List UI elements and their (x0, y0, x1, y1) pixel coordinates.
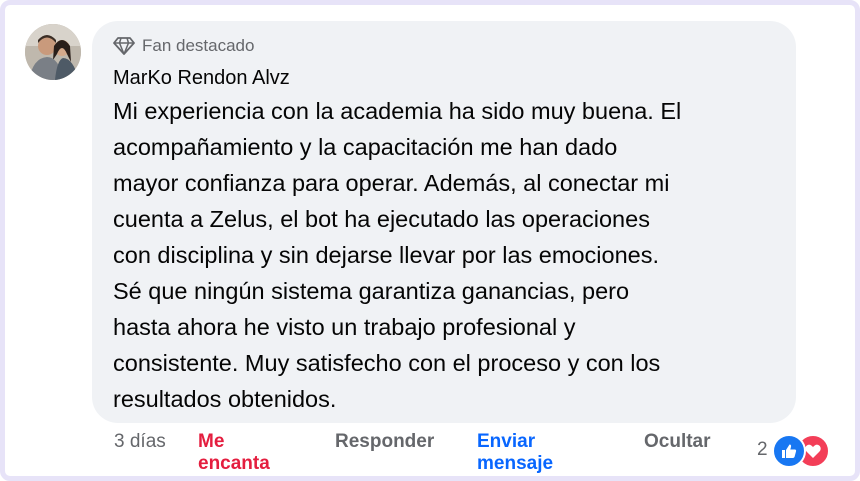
avatar[interactable] (25, 24, 81, 80)
top-fan-badge: Fan destacado (113, 35, 254, 57)
comment-line: mayor confianza para operar. Además, al … (113, 170, 670, 196)
diamond-icon (113, 37, 135, 55)
comment-line: Mi experiencia con la academia ha sido m… (113, 98, 682, 124)
comment-card: Fan destacado MarKo Rendon Alvz Mi exper… (0, 0, 860, 481)
reaction-summary[interactable]: 2 (757, 434, 832, 468)
comment-line: Sé que ningún sistema garantiza ganancia… (113, 278, 630, 304)
comment-line: consistente. Muy satisfecho con el proce… (113, 350, 661, 376)
reaction-count: 2 (757, 439, 768, 460)
comment-line: resultados obtenidos. (113, 386, 337, 412)
comment-line: hasta ahora he visto un trabajo profesio… (113, 314, 576, 340)
comment-line: cuenta a Zelus, el bot ha ejecutado las … (113, 206, 650, 232)
comment-author[interactable]: MarKo Rendon Alvz (113, 67, 290, 90)
like-icon (771, 434, 806, 468)
hide-button[interactable]: Ocultar (644, 431, 711, 453)
timestamp-link[interactable]: 3 días (114, 431, 174, 453)
comment-line: con disciplina y sin dejarse llevar por … (113, 242, 659, 268)
comment-line: acompañamiento y la capacitación me han … (113, 134, 618, 160)
comment-bubble: Fan destacado MarKo Rendon Alvz Mi exper… (92, 21, 796, 423)
love-reaction-button[interactable]: Me encanta (198, 431, 294, 475)
comment-text: Mi experiencia con la academia ha sido m… (113, 93, 785, 417)
reply-button[interactable]: Responder (335, 431, 434, 453)
badge-label: Fan destacado (142, 36, 255, 55)
send-message-button[interactable]: Enviar mensaje (477, 431, 577, 475)
